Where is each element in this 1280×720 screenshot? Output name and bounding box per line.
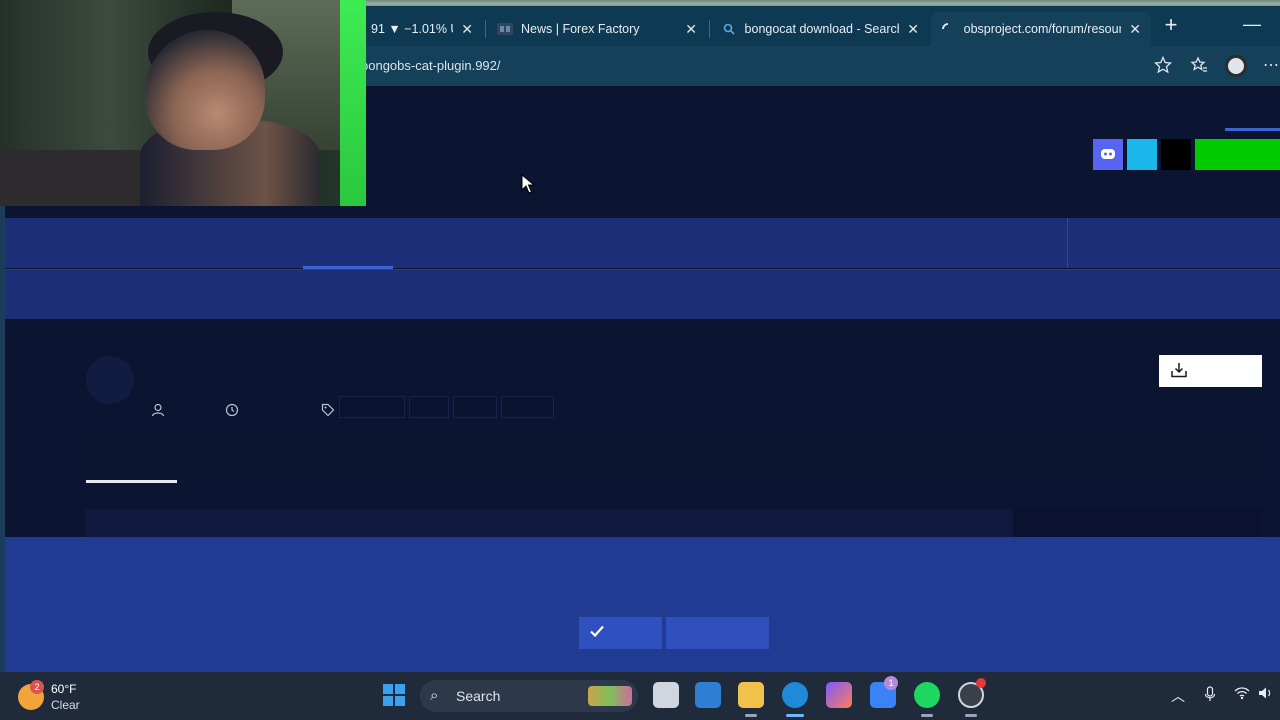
tab-stock-ticker[interactable]: 91 ▼ −1.01% Uni ✕ <box>361 12 483 46</box>
checkmark-icon <box>589 623 605 644</box>
task-view-icon[interactable] <box>653 682 679 708</box>
volume-icon[interactable] <box>1258 686 1274 703</box>
close-icon[interactable]: ✕ <box>685 21 697 38</box>
tiktok-icon[interactable] <box>1161 139 1191 170</box>
start-menu-icon[interactable] <box>383 684 405 706</box>
favorite-star-icon[interactable] <box>1153 55 1173 76</box>
sidebar-block <box>1013 509 1262 537</box>
wifi-icon[interactable] <box>1234 686 1250 703</box>
tab-forex-factory[interactable]: News | Forex Factory ✕ <box>487 12 707 46</box>
clock-icon <box>224 403 240 419</box>
tab-separator <box>485 20 486 38</box>
url-field[interactable]: bongobs-cat-plugin.992/ <box>361 51 1181 81</box>
tab-title: obsproject.com/forum/resource <box>963 22 1122 36</box>
forex-factory-icon <box>497 21 513 37</box>
user-icon <box>150 403 166 419</box>
favorites-icon[interactable] <box>1189 56 1209 76</box>
tab-obs-forum[interactable]: obsproject.com/forum/resource ✕ <box>931 12 1151 46</box>
resource-content <box>5 319 1280 537</box>
resource-avatar <box>86 356 134 404</box>
accept-cookies-button[interactable] <box>579 617 662 649</box>
search-icon: ⌕ <box>430 687 439 704</box>
webcam-person-head <box>145 30 265 150</box>
download-button[interactable] <box>1159 355 1262 387</box>
download-icon <box>1170 361 1188 379</box>
running-indicator <box>921 714 933 717</box>
green-social-button[interactable] <box>1195 139 1280 170</box>
minimize-button[interactable]: — <box>1243 14 1261 35</box>
copilot-icon[interactable] <box>826 682 852 708</box>
outlook-icon[interactable] <box>695 682 721 708</box>
running-indicator <box>745 714 757 717</box>
tag-chip[interactable] <box>409 396 449 418</box>
weather-condition: Clear <box>51 698 80 712</box>
chevron-up-icon[interactable]: ︿ <box>1171 686 1185 706</box>
search-label: Search <box>456 688 501 704</box>
tab-title: 91 ▼ −1.01% Uni <box>371 22 453 36</box>
desktop-screen: 91 ▼ −1.01% Uni ✕ News | Forex Factory ✕… <box>0 0 1280 720</box>
microphone-icon[interactable] <box>1204 686 1216 705</box>
weather-temperature: 60°F <box>51 682 77 696</box>
taskbar: 2 60°F Clear ⌕ Search 1 ︿ <box>0 672 1280 720</box>
close-icon[interactable]: ✕ <box>907 21 919 38</box>
search-icon <box>721 21 737 37</box>
description-block <box>86 509 1013 537</box>
weather-widget[interactable]: 2 60°F Clear <box>18 680 138 714</box>
active-tab-underline <box>86 480 177 483</box>
close-icon[interactable]: ✕ <box>1129 21 1141 38</box>
tab-row <box>86 441 1262 481</box>
sub-navigation <box>5 269 1280 319</box>
tag-chip[interactable] <box>339 396 405 418</box>
microsoft-store-icon[interactable]: 1 <box>870 676 898 708</box>
running-indicator <box>965 714 977 717</box>
recording-indicator <box>976 678 986 688</box>
mouse-cursor-icon <box>521 173 536 194</box>
active-app-indicator <box>786 714 804 717</box>
edge-browser-icon[interactable] <box>782 682 808 708</box>
more-menu-icon[interactable]: ⋯ <box>1261 56 1280 76</box>
tab-bongocat-search[interactable]: bongocat download - Search ✕ <box>711 12 929 46</box>
header-accent <box>1225 128 1280 131</box>
tag-chip[interactable] <box>501 396 554 418</box>
webcam-overlay <box>0 0 366 206</box>
tag-chip[interactable] <box>453 396 497 418</box>
loading-icon <box>941 21 956 37</box>
discord-icon[interactable] <box>1093 139 1123 170</box>
cookie-consent-banner <box>5 537 1280 672</box>
new-tab-button[interactable]: + <box>1159 14 1183 38</box>
twitter-icon[interactable] <box>1127 139 1157 170</box>
nav-divider <box>1067 218 1068 268</box>
weather-badge: 2 <box>30 680 44 694</box>
tag-icon <box>320 403 336 419</box>
file-explorer-icon[interactable] <box>738 682 764 708</box>
search-highlight-icon <box>588 686 632 706</box>
webcam-green-light <box>340 0 366 206</box>
main-navigation <box>5 218 1280 269</box>
taskbar-search[interactable]: ⌕ Search <box>420 680 638 712</box>
tab-title: bongocat download - Search <box>744 22 900 36</box>
cookie-options-button[interactable] <box>666 617 769 649</box>
tab-separator <box>709 20 710 38</box>
tab-title: News | Forex Factory <box>521 22 640 36</box>
close-icon[interactable]: ✕ <box>461 21 473 38</box>
obs-studio-icon[interactable] <box>958 678 986 708</box>
profile-avatar[interactable] <box>1225 55 1247 77</box>
spotify-icon[interactable] <box>914 682 940 708</box>
store-badge: 1 <box>884 676 898 690</box>
